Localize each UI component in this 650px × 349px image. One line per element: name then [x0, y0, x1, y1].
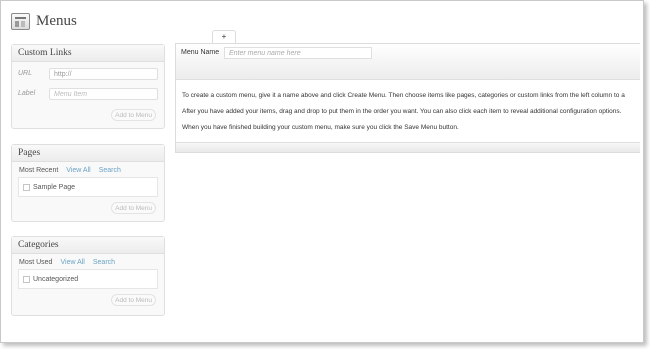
checkbox[interactable]: [23, 275, 30, 283]
label-row: Label: [18, 90, 50, 97]
categories-box: Categories Most Used View All Search Unc…: [11, 236, 165, 316]
menu-name-label: Menu Name: [181, 49, 220, 56]
instruction-text: After you have added your items, drag an…: [182, 108, 622, 115]
categories-list: Uncategorized: [18, 269, 158, 289]
tab-search[interactable]: Search: [99, 167, 121, 174]
add-pages-button[interactable]: Add to Menu: [111, 202, 156, 214]
tab-search[interactable]: Search: [93, 259, 115, 266]
page-header: Menus: [11, 10, 77, 32]
tab-most-used[interactable]: Most Used: [19, 259, 52, 266]
pages-title: Pages: [12, 145, 164, 162]
add-custom-link-button[interactable]: Add to Menu: [111, 109, 156, 121]
menu-editor-footer: [176, 142, 640, 152]
tab-most-recent[interactable]: Most Recent: [19, 167, 58, 174]
categories-title: Categories: [12, 237, 164, 254]
tab-view-all[interactable]: View All: [66, 167, 90, 174]
menu-editor-header: Menu Name Enter menu name here: [176, 44, 640, 80]
custom-links-title: Custom Links: [12, 45, 164, 62]
instruction-text: To create a custom menu, give it a name …: [182, 92, 625, 99]
list-item: Sample Page: [33, 183, 76, 191]
url-label: URL: [18, 70, 33, 77]
url-input[interactable]: http://: [49, 68, 158, 80]
pages-tabs: Most Recent View All Search: [19, 167, 129, 174]
label-label: Label: [18, 90, 36, 97]
page-title: Menus: [36, 12, 77, 29]
pages-list: Sample Page: [18, 177, 158, 197]
categories-tabs: Most Used View All Search: [19, 259, 123, 266]
add-categories-button[interactable]: Add to Menu: [111, 294, 156, 306]
list-item: Uncategorized: [33, 275, 79, 283]
tab-view-all[interactable]: View All: [60, 259, 84, 266]
add-menu-tab[interactable]: +: [212, 30, 236, 44]
pages-box: Pages Most Recent View All Search Sample…: [11, 144, 165, 222]
url-row: URL: [18, 70, 50, 77]
menu-editor: Menu Name Enter menu name here To create…: [175, 43, 640, 153]
instruction-text: When you have finished building your cus…: [182, 124, 459, 131]
label-input[interactable]: Menu Item: [49, 88, 158, 100]
menus-icon: [11, 12, 30, 30]
custom-links-box: Custom Links URL http:// Label Menu Item…: [11, 44, 165, 129]
menu-name-input[interactable]: Enter menu name here: [224, 47, 372, 59]
checkbox[interactable]: [23, 183, 30, 191]
window-frame: Menus Custom Links URL http:// Label Men…: [0, 0, 644, 343]
